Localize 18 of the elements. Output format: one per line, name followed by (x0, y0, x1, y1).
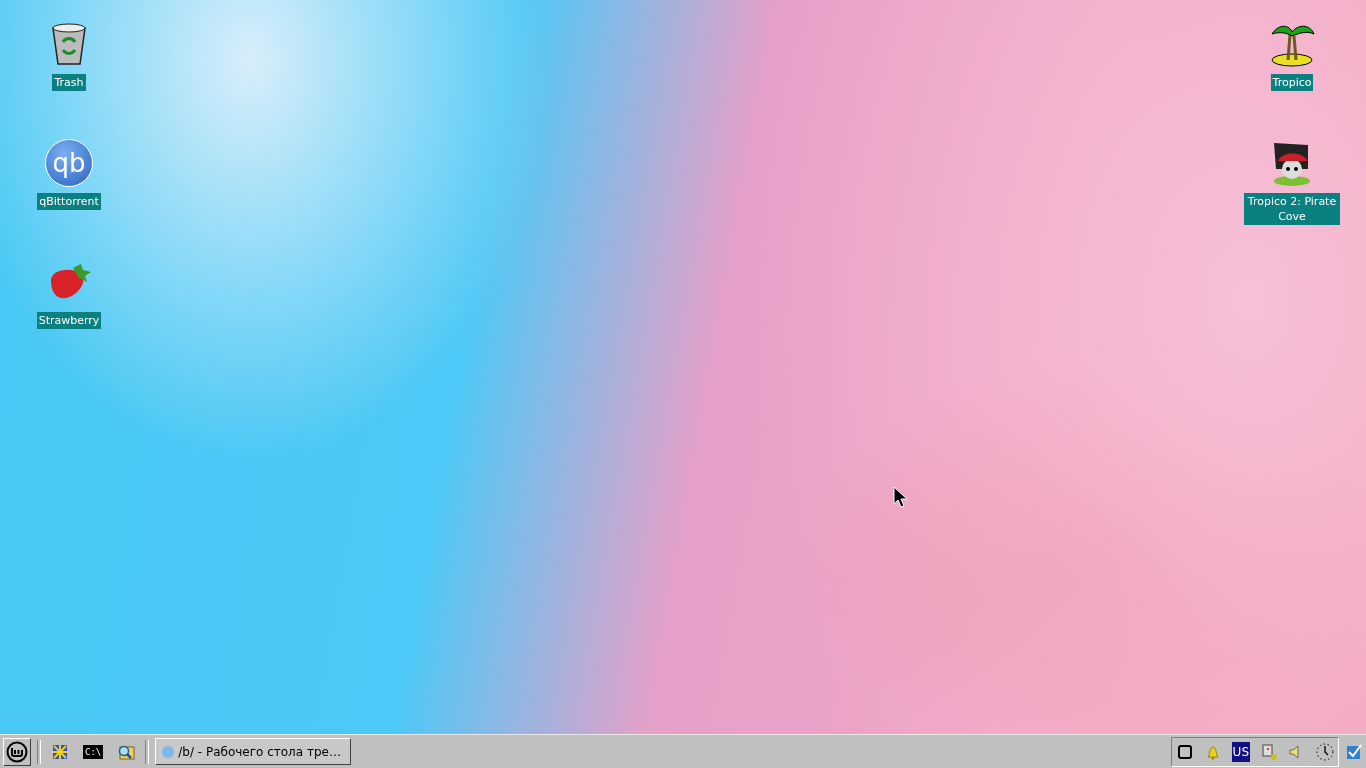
taskbar-window-button[interactable]: /b/ - Рабочего стола тре… (155, 738, 352, 765)
desktop-icon-label[interactable]: Tropico 2: Pirate Cove (1244, 193, 1340, 225)
clock-icon[interactable] (1316, 742, 1334, 761)
keyboard-layout-indicator[interactable]: US (1231, 741, 1250, 762)
network-computer-icon[interactable] (1260, 742, 1278, 761)
desktop-icon-label[interactable]: Tropico (1270, 74, 1314, 91)
star-grid-icon[interactable] (51, 743, 69, 760)
desktop-icon-label[interactable]: Strawberry (36, 312, 102, 329)
checkmark-note-icon[interactable] (1345, 742, 1363, 761)
mouse-cursor-icon (893, 486, 909, 508)
qbittorrent-logo-icon: qb (45, 139, 93, 187)
start-menu-button[interactable] (3, 737, 31, 766)
desktop-icon-label[interactable]: Trash (52, 74, 86, 91)
mint-logo-icon (6, 740, 28, 763)
desktop-icon-label[interactable]: qBittorrent (37, 193, 101, 210)
terminal-icon[interactable]: C:\ (83, 744, 104, 759)
folder-search-icon[interactable] (117, 743, 136, 760)
window-square-icon[interactable] (1175, 742, 1194, 761)
